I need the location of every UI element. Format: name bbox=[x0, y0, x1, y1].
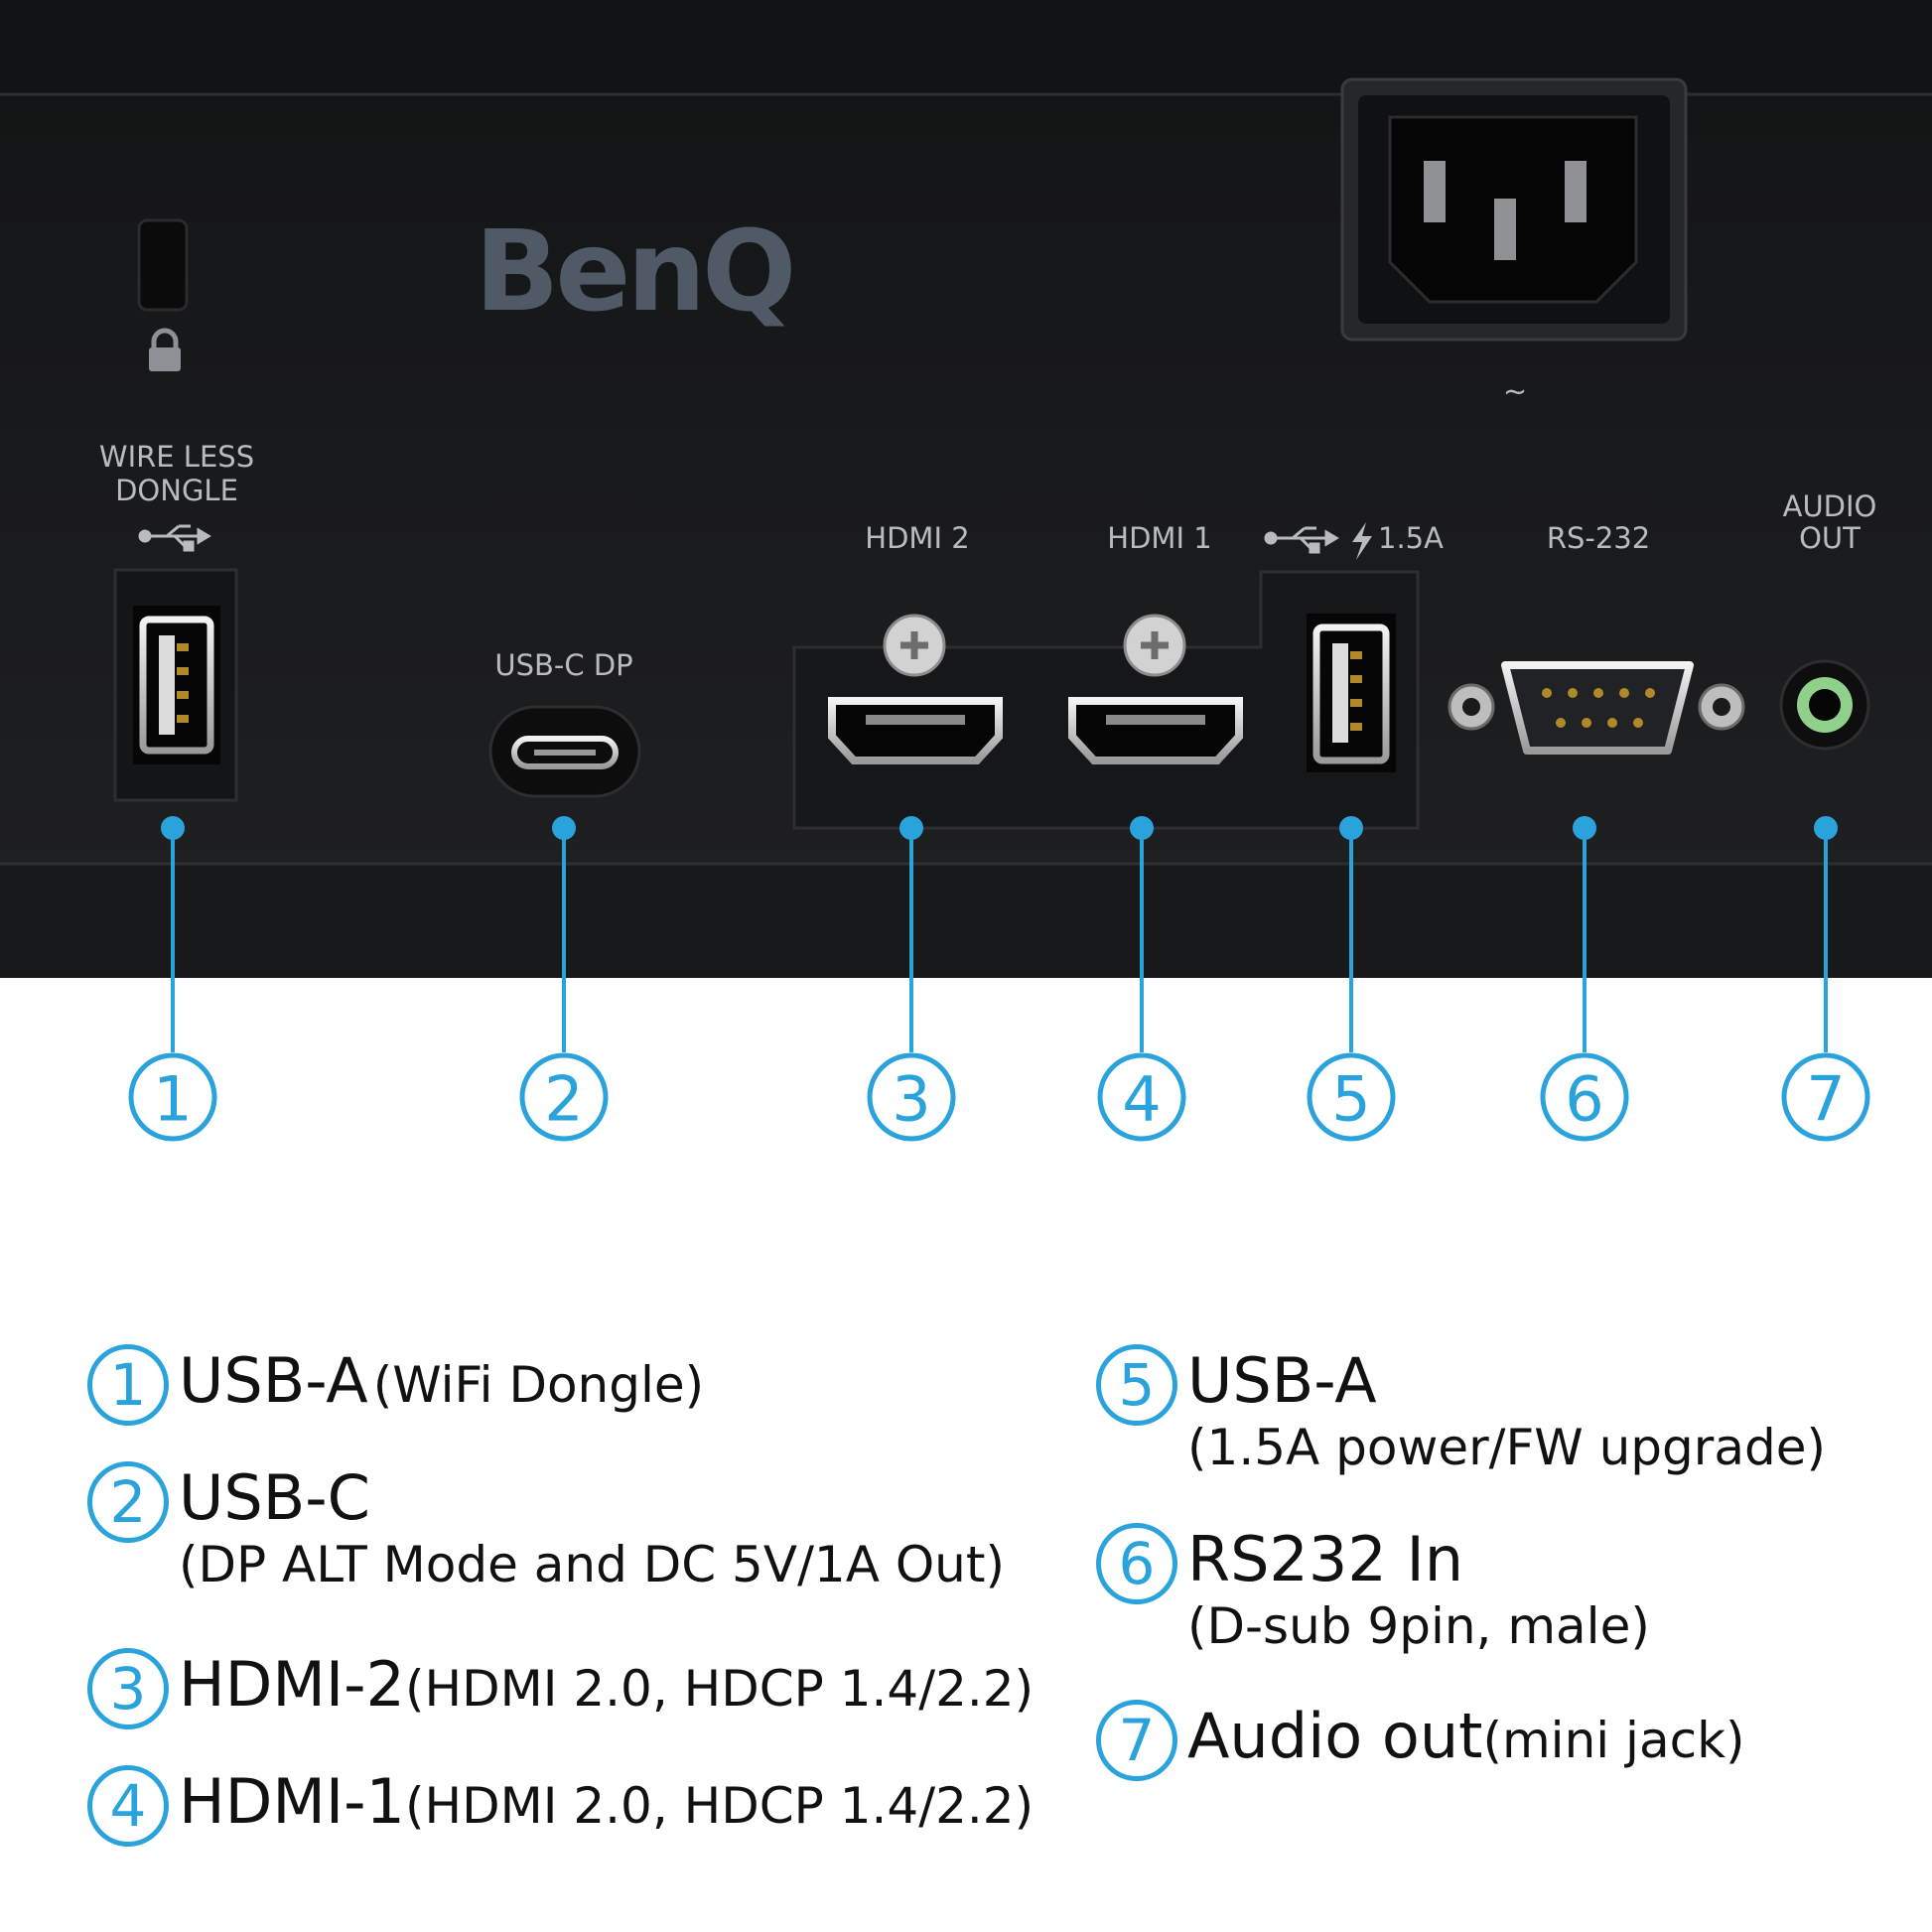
legend-sub-1: (WiFi Dongle) bbox=[372, 1356, 705, 1414]
legend-main-6: RS232 In bbox=[1187, 1523, 1464, 1595]
label-usb-power: 1.5A bbox=[1378, 521, 1444, 555]
legend-main-3: HDMI-2 bbox=[179, 1648, 405, 1721]
kensington-lock-slot bbox=[137, 218, 189, 312]
legend-number-1: 1 bbox=[87, 1344, 169, 1426]
label-audio-out-2: OUT bbox=[1799, 521, 1861, 555]
legend-number-5: 5 bbox=[1096, 1344, 1177, 1426]
callout-number-3: 3 bbox=[892, 1063, 930, 1136]
legend-item-1: 1 USB-A (WiFi Dongle) bbox=[87, 1344, 704, 1426]
callout-number-2: 2 bbox=[544, 1063, 583, 1136]
legend-main-5: USB-A bbox=[1187, 1344, 1377, 1417]
callout-number-4: 4 bbox=[1122, 1063, 1161, 1136]
callout-dot-4 bbox=[1130, 816, 1154, 840]
panel-base bbox=[0, 864, 1932, 978]
label-hdmi2: HDMI 2 bbox=[865, 521, 969, 555]
legend-item-5: 5 USB-A (1.5A power/FW upgrade) bbox=[1096, 1344, 1826, 1477]
legend-number-7: 7 bbox=[1096, 1700, 1177, 1781]
callout-dot-7 bbox=[1814, 816, 1838, 840]
label-rs232: RS-232 bbox=[1547, 521, 1650, 555]
legend-item-4: 4 HDMI-1(HDMI 2.0, HDCP 1.4/2.2) bbox=[87, 1765, 1034, 1847]
legend-sub-7: (mini jack) bbox=[1482, 1712, 1745, 1769]
label-audio-out-1: AUDIO bbox=[1783, 489, 1877, 523]
label-usbc-dp: USB-C DP bbox=[494, 648, 632, 682]
legend-number-2: 2 bbox=[87, 1461, 169, 1543]
callout-dot-5 bbox=[1339, 816, 1363, 840]
label-wireless-dongle-2: DONGLE bbox=[115, 474, 238, 507]
usb-a-port-power bbox=[1307, 614, 1396, 772]
callout-dot-6 bbox=[1573, 816, 1596, 840]
legend-sub-6: (D-sub 9pin, male) bbox=[1187, 1597, 1650, 1656]
ac-power-symbol: ~ bbox=[1503, 374, 1527, 408]
callout-dot-3 bbox=[899, 816, 923, 840]
brand-logo: BenQ bbox=[475, 207, 792, 337]
legend-number-4: 4 bbox=[87, 1765, 169, 1847]
callout-dot-2 bbox=[552, 816, 576, 840]
callout-number-1: 1 bbox=[153, 1063, 192, 1136]
label-hdmi1: HDMI 1 bbox=[1107, 521, 1211, 555]
legend-number-6: 6 bbox=[1096, 1523, 1177, 1604]
legend-sub-3: (HDMI 2.0, HDCP 1.4/2.2) bbox=[404, 1660, 1035, 1718]
legend-item-7: 7 Audio out(mini jack) bbox=[1096, 1700, 1745, 1781]
usb-c-port bbox=[488, 705, 641, 798]
legend-main-1: USB-A bbox=[179, 1344, 368, 1417]
legend-number-3: 3 bbox=[87, 1648, 169, 1729]
label-wireless-dongle-1: WIRE LESS bbox=[99, 440, 254, 474]
legend-item-3: 3 HDMI-2(HDMI 2.0, HDCP 1.4/2.2) bbox=[87, 1648, 1034, 1729]
legend-main-4: HDMI-1 bbox=[179, 1765, 405, 1838]
callout-dot-1 bbox=[161, 816, 185, 840]
legend-item-2: 2 USB-C (DP ALT Mode and DC 5V/1A Out) bbox=[87, 1461, 1005, 1594]
legend-sub-4: (HDMI 2.0, HDCP 1.4/2.2) bbox=[404, 1777, 1035, 1835]
legend-sub-2: (DP ALT Mode and DC 5V/1A Out) bbox=[179, 1536, 1005, 1594]
audio-out-jack bbox=[1779, 659, 1870, 751]
usb-a-port-wireless bbox=[113, 568, 238, 802]
callout-number-5: 5 bbox=[1331, 1063, 1370, 1136]
legend-main-7: Audio out bbox=[1187, 1700, 1483, 1772]
legend-sub-5: (1.5A power/FW upgrade) bbox=[1187, 1419, 1826, 1477]
legend-item-6: 6 RS232 In (D-sub 9pin, male) bbox=[1096, 1523, 1650, 1656]
callout-number-7: 7 bbox=[1806, 1063, 1845, 1136]
legend-main-2: USB-C bbox=[179, 1461, 370, 1534]
power-inlet bbox=[1340, 77, 1688, 342]
callout-number-6: 6 bbox=[1565, 1063, 1603, 1136]
